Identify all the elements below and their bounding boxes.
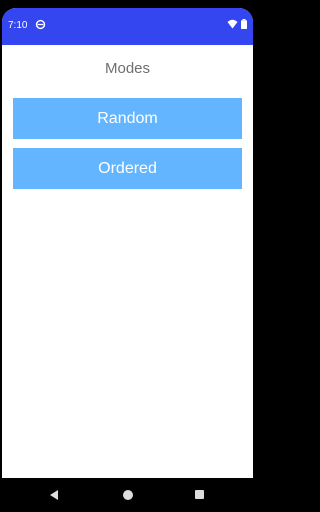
main-content: Modes Random Ordered xyxy=(2,45,253,478)
home-icon[interactable] xyxy=(123,490,133,500)
recents-icon[interactable] xyxy=(195,490,204,499)
sync-icon xyxy=(35,19,46,30)
wifi-icon xyxy=(227,19,238,29)
battery-icon xyxy=(241,19,247,29)
status-bar: 7:10 xyxy=(2,8,253,45)
random-mode-button[interactable]: Random xyxy=(13,98,242,139)
status-icons xyxy=(227,19,247,29)
phone-screen: 7:10 Modes Random Ordered xyxy=(2,8,253,478)
status-time: 7:10 xyxy=(8,20,28,31)
page-title: Modes xyxy=(104,60,151,77)
navigation-bar xyxy=(0,478,259,512)
ordered-mode-button[interactable]: Ordered xyxy=(13,148,242,189)
back-icon[interactable] xyxy=(50,490,58,500)
